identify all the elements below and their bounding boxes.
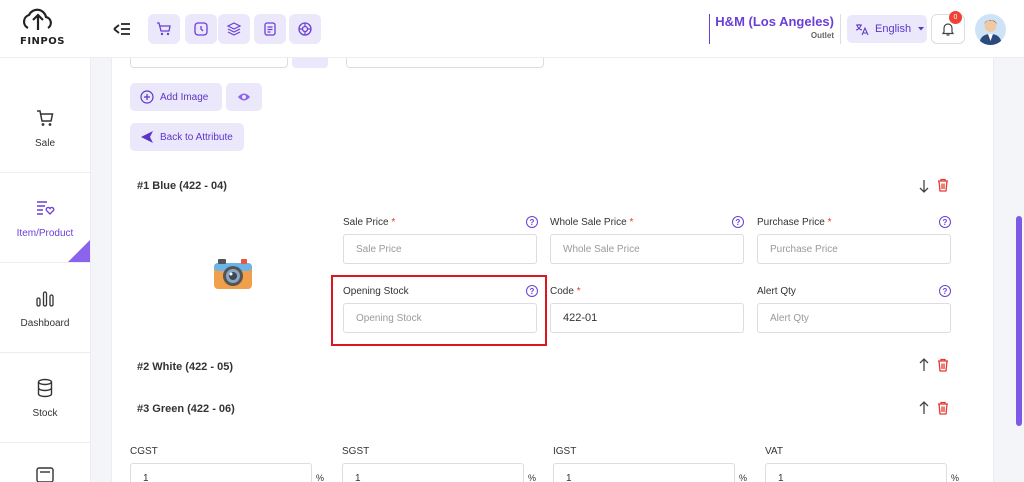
preview-image-button[interactable] [226,83,262,111]
send-back-icon [141,131,153,143]
sidebar-item-stock[interactable]: Stock [0,354,90,443]
language-label: English [875,23,912,35]
vat-input[interactable] [765,463,947,482]
top-header: FINPOS H&M (Los Angeles) Outlet English … [0,0,1024,58]
product-list-icon [37,200,55,215]
percent-sign: % [528,473,537,482]
translate-icon [855,24,869,36]
back-to-attribute-button[interactable]: Back to Attribute [130,123,244,151]
avatar-icon [979,20,1002,45]
quick-stock-button[interactable] [218,14,250,44]
plus-circle-icon [140,90,154,104]
cgst-input[interactable] [130,463,312,482]
alert-qty-label: Alert Qty [757,286,796,297]
bar-chart-icon [36,290,54,307]
cgst-label: CGST [130,446,158,457]
collapse-menu-icon[interactable] [112,20,132,38]
cart-icon [37,109,54,126]
add-image-label: Add Image [160,91,209,103]
arrow-up-icon[interactable] [917,401,931,415]
variant-title[interactable]: #1 Blue (422 - 04) [137,180,227,192]
store-type: Outlet [810,31,834,40]
quick-support-button[interactable] [289,14,321,44]
help-icon[interactable]: ? [939,216,951,228]
alert-qty-input[interactable] [757,303,951,333]
arrow-up-icon[interactable] [917,358,931,372]
cart-icon [157,22,171,36]
sale-price-input[interactable] [343,234,537,264]
quick-history-button[interactable] [185,14,217,44]
language-selector[interactable]: English [847,15,927,43]
percent-sign: % [316,473,325,482]
clock-icon [194,22,208,36]
caret-down-icon [918,27,925,31]
cloud-icon [22,8,52,30]
sidebar-item-label: Item/Product [16,227,74,239]
trash-icon[interactable] [936,178,950,192]
notification-badge: 0 [949,11,962,24]
help-icon[interactable]: ? [939,285,951,297]
scrollbar-thumb[interactable] [1016,216,1022,426]
wholesale-price-label: Whole Sale Price * [550,217,634,228]
divider [840,14,841,44]
store-name: H&M (Los Angeles) [715,14,834,29]
purchase-price-input[interactable] [757,234,951,264]
trash-icon[interactable] [936,401,950,415]
wholesale-price-input[interactable] [550,234,744,264]
arrow-down-icon[interactable] [917,179,931,193]
sidebar: Sale Item/Product Dashboard Stock [0,58,91,482]
finpos-logo[interactable]: FINPOS [18,6,66,52]
sidebar-item-label: Dashboard [20,317,70,329]
variant-title[interactable]: #3 Green (422 - 06) [137,403,235,415]
sgst-input[interactable] [342,463,524,482]
divider [709,14,710,44]
variant-title[interactable]: #2 White (422 - 05) [137,361,233,373]
database-icon [37,378,53,397]
opening-stock-highlight [331,275,547,346]
quick-report-button[interactable] [254,14,286,44]
help-icon[interactable]: ? [732,216,744,228]
sidebar-item-partial[interactable] [35,464,55,482]
user-avatar[interactable] [975,14,1006,45]
target-icon [298,22,312,36]
back-to-attribute-label: Back to Attribute [160,131,233,143]
logo-text: FINPOS [20,36,65,47]
code-input[interactable] [550,303,744,333]
quick-sale-button[interactable] [148,14,180,44]
vat-label: VAT [765,446,783,457]
sale-price-label: Sale Price * [343,217,396,228]
layers-icon [226,22,242,36]
notifications-button[interactable]: 0 [931,11,965,44]
camera-icon[interactable] [213,257,253,291]
help-icon[interactable]: ? [526,216,538,228]
sidebar-item-label: Stock [32,407,58,419]
trash-icon[interactable] [936,358,950,372]
sidebar-item-dashboard[interactable]: Dashboard [0,264,90,353]
igst-label: IGST [553,446,577,457]
sidebar-item-product[interactable]: Item/Product [0,174,90,263]
add-image-button[interactable]: Add Image [130,83,222,111]
eye-icon [238,93,250,101]
purchase-price-label: Purchase Price * [757,217,832,228]
sidebar-item-label: Sale [34,137,55,149]
document-icon [264,22,276,36]
igst-input[interactable] [553,463,735,482]
code-label: Code * [550,286,581,297]
sidebar-item-sale[interactable]: Sale [0,84,90,173]
percent-sign: % [739,473,748,482]
store-selector[interactable]: H&M (Los Angeles) Outlet [715,14,834,40]
sgst-label: SGST [342,446,370,457]
percent-sign: % [951,473,960,482]
receipt-icon [36,467,54,482]
